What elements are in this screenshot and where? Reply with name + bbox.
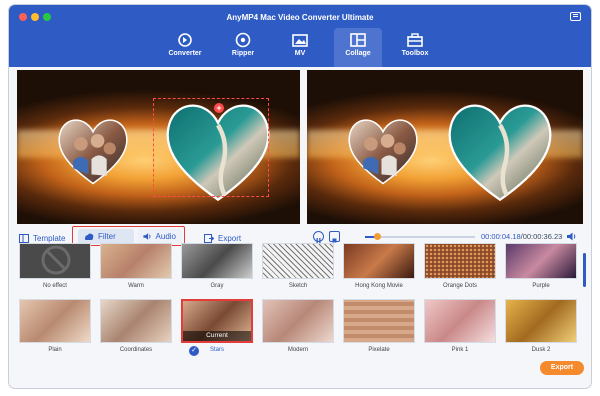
filter-thumb-hong-kong-movie[interactable] xyxy=(343,243,415,279)
filter-thumb-pixelate[interactable] xyxy=(343,299,415,343)
tab-ripper-label: Ripper xyxy=(231,50,255,57)
export-button[interactable]: Export xyxy=(540,361,584,375)
title-bar: AnyMP4 Mac Video Converter Ultimate Conv… xyxy=(9,5,591,67)
filter-gallery: No effect Warm Gray Sketch Hong Kong Mov… xyxy=(17,243,585,383)
filter-label: Plain xyxy=(48,347,62,353)
filter-thumb-plain[interactable] xyxy=(19,299,91,343)
filter-thumb-sketch[interactable] xyxy=(262,243,334,279)
heart-frame-left[interactable] xyxy=(55,114,131,186)
converter-icon xyxy=(178,33,192,47)
ripper-icon xyxy=(235,32,251,48)
filter-scrollbar[interactable] xyxy=(583,253,586,287)
progress-slider[interactable] xyxy=(365,233,475,240)
filter-label: Warm xyxy=(128,283,144,289)
tab-toolbox[interactable]: Toolbox xyxy=(391,28,439,67)
main-nav: Converter Ripper MV Collage Toolbox xyxy=(9,28,591,67)
current-time: 00:00:04.18 xyxy=(481,232,521,241)
edit-preview[interactable]: + xyxy=(17,70,300,224)
filter-label-selected: Stars xyxy=(209,347,224,353)
filter-thumb-gray[interactable] xyxy=(181,243,253,279)
filter-label: Sketch xyxy=(288,283,308,289)
tab-converter-label: Converter xyxy=(168,50,202,57)
toolbox-icon xyxy=(407,33,423,47)
tab-ripper[interactable]: Ripper xyxy=(219,28,267,67)
export-tab-label: Export xyxy=(218,233,242,243)
export-icon xyxy=(204,233,214,243)
tab-toolbox-label: Toolbox xyxy=(401,50,429,57)
app-title: AnyMP4 Mac Video Converter Ultimate xyxy=(226,13,374,22)
stop-button[interactable] xyxy=(329,231,340,243)
progress-knob[interactable] xyxy=(374,233,382,240)
app-window: AnyMP4 Mac Video Converter Ultimate Conv… xyxy=(9,5,591,388)
filter-thumb-stars[interactable]: Current xyxy=(181,299,253,343)
filter-thumb-purple[interactable] xyxy=(505,243,577,279)
filter-label: Gray xyxy=(210,283,224,289)
template-label: Template xyxy=(33,233,66,243)
collage-icon xyxy=(350,33,366,47)
filter-label: Modern xyxy=(287,347,309,353)
filter-thumb-warm[interactable] xyxy=(100,243,172,279)
tab-mv-label: MV xyxy=(294,50,306,57)
filter-label: Pink 1 xyxy=(451,347,469,353)
total-time: /00:00:36.23 xyxy=(520,232,563,241)
filter-label: Coordinates xyxy=(119,347,153,353)
heart-frame-left-output xyxy=(348,119,418,185)
pause-button[interactable] xyxy=(313,231,324,243)
filter-label: No effect xyxy=(43,283,67,289)
tab-converter[interactable]: Converter xyxy=(161,28,209,67)
filter-label: Orange Dots xyxy=(442,283,478,289)
mv-icon xyxy=(292,34,308,47)
template-icon xyxy=(19,233,29,243)
output-preview xyxy=(307,70,583,224)
tab-mv[interactable]: MV xyxy=(276,28,324,67)
filter-label: Pixelate xyxy=(368,347,390,353)
filter-thumb-orange-dots[interactable] xyxy=(424,243,496,279)
time-display: 00:00:04.18/00:00:36.23 xyxy=(481,232,562,241)
selection-box[interactable] xyxy=(153,98,269,197)
filter-label: Purple xyxy=(532,283,550,289)
tab-collage-label: Collage xyxy=(345,50,371,57)
feedback-icon[interactable] xyxy=(570,12,581,21)
current-tag: Current xyxy=(183,331,251,341)
add-media-icon[interactable]: + xyxy=(214,103,224,113)
volume-icon[interactable] xyxy=(566,231,577,242)
filter-label: Hong Kong Movie xyxy=(355,283,403,289)
filter-thumb-coordinates[interactable] xyxy=(100,299,172,343)
filter-thumb-dusk-2[interactable] xyxy=(505,299,577,343)
filter-thumb-modern[interactable] xyxy=(262,299,334,343)
filter-label: Dusk 2 xyxy=(531,347,551,353)
filter-thumb-pink-1[interactable] xyxy=(424,299,496,343)
heart-frame-right-output xyxy=(448,104,552,202)
filter-thumb-no-effect[interactable] xyxy=(19,243,91,279)
tab-collage[interactable]: Collage xyxy=(334,28,382,67)
